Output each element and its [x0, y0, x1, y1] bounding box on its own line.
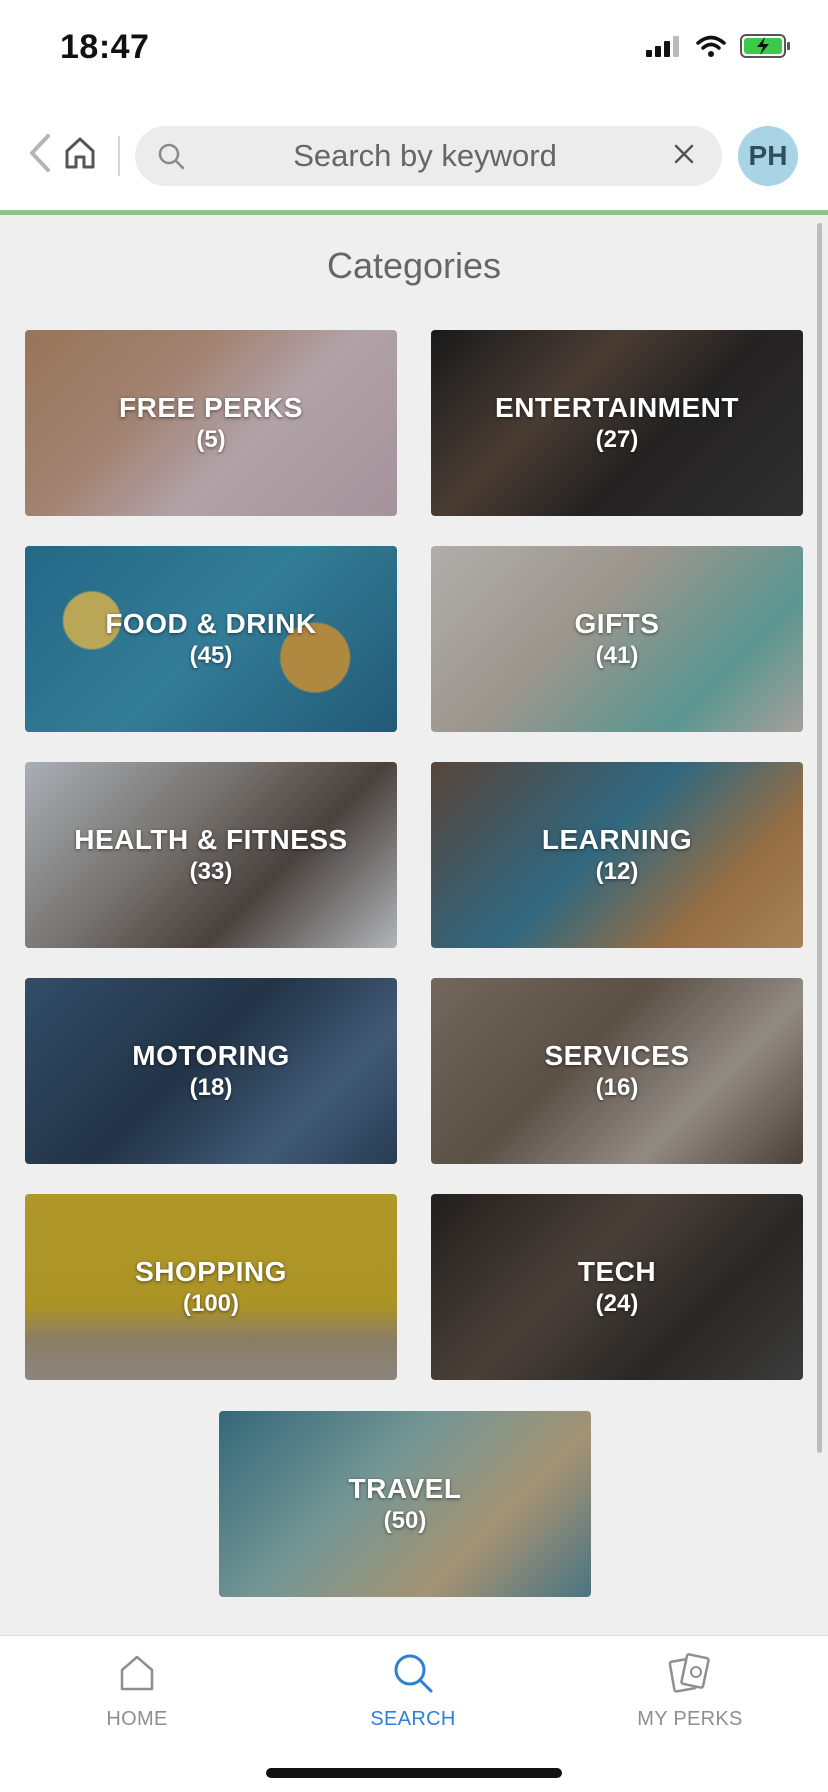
back-button[interactable] — [24, 130, 56, 180]
category-name: GIFTS — [574, 608, 660, 639]
category-count: (18) — [189, 1074, 233, 1101]
category-count: (33) — [189, 858, 233, 885]
category-name: HEALTH & FITNESS — [74, 824, 348, 855]
home-icon — [63, 136, 97, 175]
header-divider — [118, 136, 120, 176]
category-tile-health-fitness[interactable]: HEALTH & FITNESS (33) — [25, 762, 397, 948]
cards-icon — [667, 1650, 713, 1696]
category-count: (16) — [595, 1074, 639, 1101]
bottom-nav: HOME SEARCH MY PERKS — [0, 1635, 828, 1792]
category-name: TECH — [577, 1256, 657, 1287]
category-count: (12) — [595, 858, 639, 885]
nav-home-label: HOME — [106, 1708, 168, 1730]
category-tile-gifts[interactable]: GIFTS (41) — [431, 546, 803, 732]
category-count: (50) — [383, 1507, 427, 1534]
category-tile-services[interactable]: SERVICES (16) — [431, 978, 803, 1164]
category-count: (24) — [595, 1290, 639, 1317]
nav-my-perks[interactable]: MY PERKS — [590, 1650, 790, 1750]
page-title: Categories — [326, 245, 502, 286]
search-input[interactable] — [205, 134, 645, 178]
category-tile-shopping[interactable]: SHOPPING (100) — [25, 1194, 397, 1380]
category-name: ENTERTAINMENT — [495, 392, 739, 423]
header: PH — [0, 100, 828, 210]
house-icon — [114, 1650, 160, 1696]
search-box — [135, 126, 722, 186]
category-name: LEARNING — [541, 824, 693, 855]
category-name: SERVICES — [544, 1040, 690, 1071]
category-name: FOOD & DRINK — [105, 608, 317, 639]
wifi-icon — [696, 35, 726, 62]
category-name: MOTORING — [132, 1040, 290, 1071]
avatar[interactable]: PH — [738, 126, 798, 186]
category-count: (45) — [189, 642, 233, 669]
nav-my-perks-label: MY PERKS — [637, 1708, 743, 1730]
battery-charging-icon — [740, 34, 792, 63]
magnifier-icon — [390, 1650, 436, 1696]
category-name: FREE PERKS — [119, 392, 303, 423]
close-icon — [673, 143, 695, 170]
back-chevron-icon — [28, 133, 52, 178]
screen: 18:47 Search by keyword PH Categories FR… — [0, 0, 828, 1792]
search-icon — [157, 142, 187, 172]
category-tile-motoring[interactable]: MOTORING (18) — [25, 978, 397, 1164]
category-tile-free-perks[interactable]: FREE PERKS (5) — [25, 330, 397, 516]
category-count: (100) — [182, 1290, 240, 1317]
status-icons — [646, 34, 792, 63]
status-time: 18:47 — [60, 28, 150, 66]
category-name: TRAVEL — [348, 1473, 462, 1504]
nav-home[interactable]: HOME — [37, 1650, 237, 1750]
category-tile-food-drink[interactable]: FOOD & DRINK (45) — [25, 546, 397, 732]
home-indicator — [266, 1768, 562, 1778]
categories-content: Categories FREE PERKS (5) ENTERTAINMENT … — [0, 215, 828, 1635]
status-bar: 18:47 — [0, 0, 828, 100]
signal-icon — [646, 35, 682, 62]
nav-search[interactable]: SEARCH — [313, 1650, 513, 1750]
nav-search-label: SEARCH — [370, 1708, 456, 1730]
category-count: (27) — [595, 426, 639, 453]
category-tile-travel[interactable]: TRAVEL (50) — [219, 1411, 591, 1597]
category-count: (41) — [595, 642, 639, 669]
category-tile-entertainment[interactable]: ENTERTAINMENT (27) — [431, 330, 803, 516]
category-count: (5) — [196, 426, 226, 453]
category-name: SHOPPING — [135, 1256, 287, 1287]
scrollbar[interactable] — [817, 223, 822, 1453]
clear-search-button[interactable] — [668, 140, 700, 172]
category-tile-tech[interactable]: TECH (24) — [431, 1194, 803, 1380]
home-button[interactable] — [60, 134, 100, 176]
category-tile-learning[interactable]: LEARNING (12) — [431, 762, 803, 948]
